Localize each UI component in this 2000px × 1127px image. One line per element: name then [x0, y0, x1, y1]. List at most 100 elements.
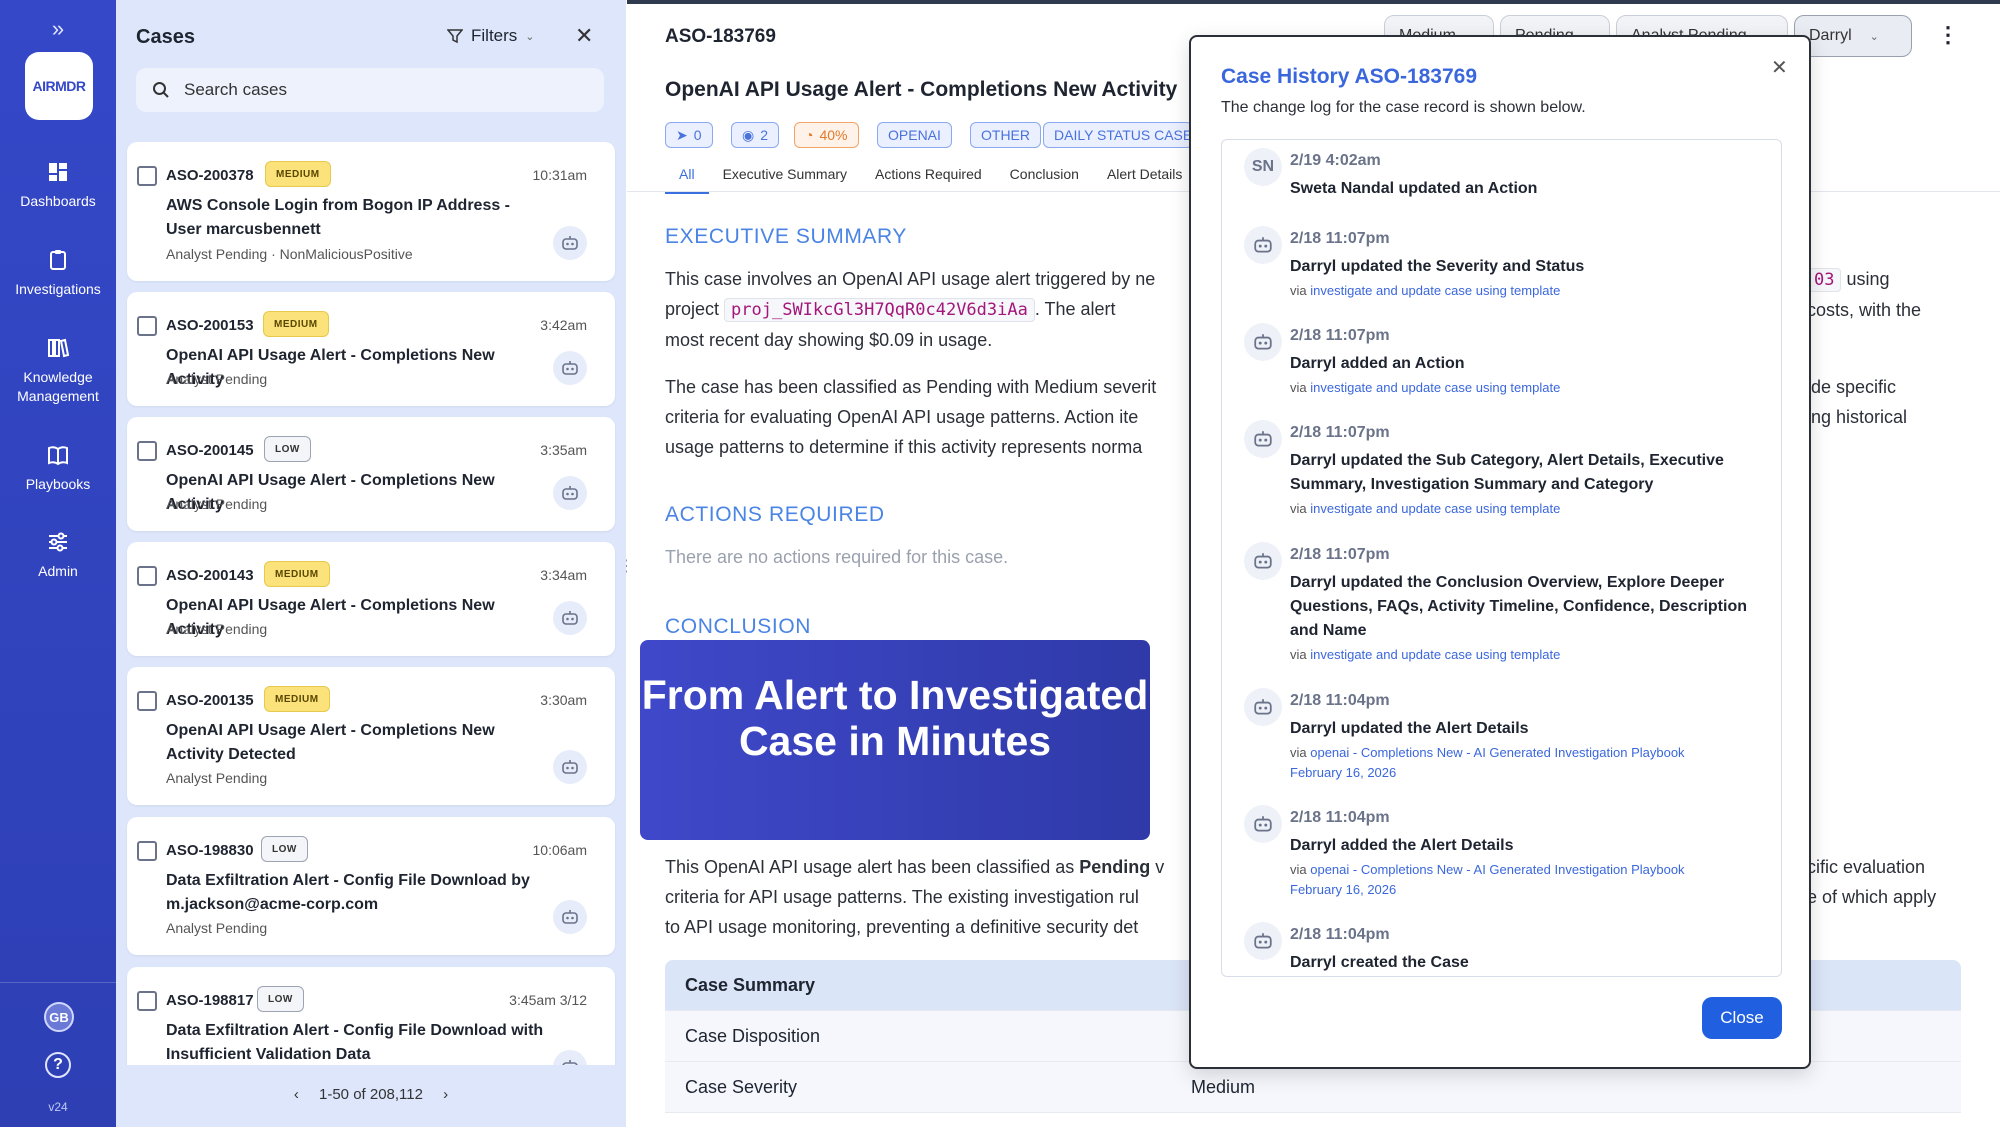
- tab-actions-required[interactable]: Actions Required: [861, 166, 996, 194]
- case-card[interactable]: ASO-198830 LOW 10:06am Data Exfiltration…: [127, 817, 615, 955]
- tag-label: 0: [693, 127, 702, 143]
- close-button[interactable]: Close: [1702, 997, 1782, 1039]
- case-title: AWS Console Login from Bogon IP Address …: [166, 197, 511, 238]
- row-label: Case Severity: [685, 1076, 798, 1097]
- tag-other[interactable]: OTHER: [970, 122, 1041, 148]
- tag-shares[interactable]: ➤ 0: [665, 122, 713, 148]
- case-title: Data Exfiltration Alert - Config File Do…: [166, 1022, 544, 1063]
- bot-icon[interactable]: [553, 1050, 587, 1065]
- nav-item-admin[interactable]: Admin: [0, 530, 116, 581]
- bot-icon[interactable]: [553, 226, 587, 260]
- tab-conclusion[interactable]: Conclusion: [996, 166, 1093, 194]
- case-card[interactable]: ASO-200153 MEDIUM 3:42am OpenAI API Usag…: [127, 292, 615, 406]
- case-checkbox[interactable]: [137, 566, 157, 586]
- entry-text: Darryl updated the Severity and Status: [1290, 258, 1585, 275]
- chevron-down-icon: ⌄: [525, 30, 535, 43]
- entry-text: Darryl updated the Sub Category, Alert D…: [1290, 452, 1724, 493]
- case-checkbox[interactable]: [137, 991, 157, 1011]
- bot-icon[interactable]: [553, 351, 587, 385]
- case-status: Analyst Pending: [166, 496, 268, 512]
- prev-page-icon[interactable]: ‹: [294, 1086, 299, 1103]
- close-icon[interactable]: ✕: [1771, 55, 1788, 80]
- case-checkbox[interactable]: [137, 441, 157, 461]
- case-card[interactable]: ASO-200145 LOW 3:35am OpenAI API Usage A…: [127, 417, 615, 531]
- playbook-link[interactable]: investigate and update case using templa…: [1310, 283, 1560, 298]
- more-options-icon[interactable]: ⋮: [1937, 22, 1959, 48]
- case-checkbox[interactable]: [137, 691, 157, 711]
- help-icon[interactable]: ?: [45, 1052, 71, 1078]
- nav-item-investigations[interactable]: Investigations: [0, 248, 116, 299]
- assignee-dropdown[interactable]: Darryl ⌄: [1794, 15, 1912, 57]
- case-id: ASO-198830: [166, 842, 254, 859]
- case-id: ASO-200145: [166, 442, 254, 459]
- case-status: Analyst Pending: [166, 371, 268, 387]
- row-value: Medium: [1191, 1076, 1256, 1097]
- expand-nav-icon[interactable]: »: [0, 16, 116, 42]
- next-page-icon[interactable]: ›: [443, 1086, 448, 1103]
- playbook-link[interactable]: investigate and update case using templa…: [1310, 380, 1560, 395]
- case-card[interactable]: ASO-200135 MEDIUM 3:30am OpenAI API Usag…: [127, 667, 615, 805]
- search-input[interactable]: Search cases: [136, 68, 604, 112]
- bot-icon[interactable]: [553, 476, 587, 510]
- bot-icon[interactable]: [553, 750, 587, 784]
- tag-openai[interactable]: OPENAI: [877, 122, 952, 148]
- via-prefix: via: [1290, 283, 1311, 298]
- playbook-link[interactable]: investigate and update case using templa…: [1310, 647, 1560, 662]
- case-checkbox[interactable]: [137, 841, 157, 861]
- bot-icon[interactable]: [553, 601, 587, 635]
- nav-item-dashboards[interactable]: Dashboards: [0, 160, 116, 211]
- tab-executive-summary[interactable]: Executive Summary: [709, 166, 861, 194]
- case-card[interactable]: ASO-200378 MEDIUM 10:31am AWS Console Lo…: [127, 142, 615, 281]
- playbook-link[interactable]: openai - Completions New - AI Generated …: [1310, 745, 1684, 760]
- text: using: [1841, 269, 1890, 289]
- playbook-date[interactable]: February 16, 2026: [1290, 765, 1396, 780]
- tab-alert-details[interactable]: Alert Details: [1093, 166, 1196, 194]
- entry-text: Darryl updated the Conclusion Overview, …: [1290, 574, 1747, 639]
- case-time: 3:30am: [540, 692, 587, 708]
- nav-item-knowledge-management[interactable]: Knowledge Management: [0, 336, 116, 406]
- text: criteria for evaluating OpenAI API usage…: [665, 407, 1139, 427]
- entry-time: 2/18 11:04pm: [1290, 692, 1390, 709]
- logo[interactable]: AIRMDR: [25, 52, 93, 120]
- tab-all[interactable]: All: [665, 166, 709, 194]
- playbook-date[interactable]: February 16, 2026: [1290, 882, 1396, 897]
- entry-via: via investigate and update case using te…: [1290, 645, 1760, 665]
- nav-item-playbooks[interactable]: Playbooks: [0, 443, 116, 494]
- tag-daily-status[interactable]: DAILY STATUS CASE: [1043, 122, 1193, 148]
- nav-label: Knowledge Management: [17, 369, 99, 404]
- case-card[interactable]: ASO-200143 MEDIUM 3:34am OpenAI API Usag…: [127, 542, 615, 656]
- via-prefix: via: [1290, 380, 1311, 395]
- history-log[interactable]: SN 2/19 4:02am Sweta Nandal updated an A…: [1221, 139, 1782, 977]
- tag-confidence[interactable]: ◔ 40%: [794, 122, 859, 148]
- close-panel-icon[interactable]: ✕: [575, 23, 593, 49]
- case-title: Data Exfiltration Alert - Config File Do…: [166, 872, 530, 913]
- case-card[interactable]: ASO-198817 LOW 3:45am 3/12 Data Exfiltra…: [127, 967, 615, 1065]
- conclusion-text-right: cific evaluation e of which apply: [1807, 852, 1997, 912]
- entry-text: Sweta Nandal updated an Action: [1290, 180, 1538, 197]
- entry-via: via investigate and update case using te…: [1290, 499, 1760, 519]
- tag-label: DAILY STATUS CASE: [1054, 127, 1193, 143]
- code-fragment: 03: [1807, 268, 1842, 292]
- bot-icon[interactable]: [553, 900, 587, 934]
- tag-views[interactable]: ◉ 2: [731, 122, 780, 148]
- text: to API usage monitoring, preventing a de…: [665, 917, 1139, 937]
- filters-button[interactable]: Filters ⌄: [447, 26, 535, 46]
- text: ing historical: [1807, 407, 1908, 427]
- case-id: ASO-198817: [166, 992, 254, 1009]
- playbook-link[interactable]: openai - Completions New - AI Generated …: [1310, 862, 1684, 877]
- tag-label: OPENAI: [888, 127, 941, 143]
- case-title: OpenAI API Usage Alert - Completions New…: [665, 78, 1178, 101]
- severity-badge: LOW: [261, 836, 308, 862]
- playbook-link[interactable]: investigate and update case using templa…: [1310, 501, 1560, 516]
- entry-time: 2/18 11:07pm: [1290, 230, 1390, 247]
- case-checkbox[interactable]: [137, 166, 157, 186]
- case-title: OpenAI API Usage Alert - Completions New…: [166, 722, 495, 763]
- user-avatar[interactable]: GB: [44, 1002, 74, 1032]
- text: most recent day showing $0.09 in usage.: [665, 330, 993, 350]
- left-nav: » AIRMDR Dashboards Investigations Knowl…: [0, 0, 116, 1127]
- severity-badge: MEDIUM: [264, 561, 330, 587]
- bot-icon: [1244, 420, 1282, 458]
- case-status: Analyst Pending: [166, 621, 268, 637]
- case-checkbox[interactable]: [137, 316, 157, 336]
- text: cific evaluation: [1807, 857, 1926, 877]
